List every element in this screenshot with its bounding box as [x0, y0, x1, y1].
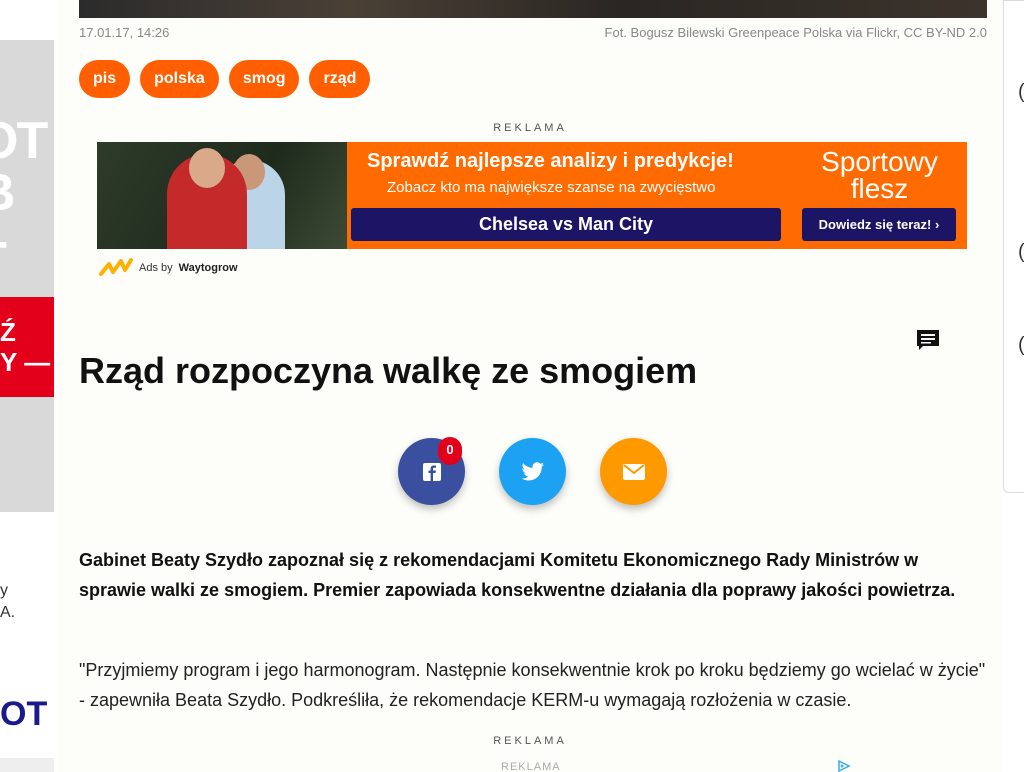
ads-by-name: Waytogrow — [178, 262, 238, 274]
left-promo-text: OT B + — [0, 112, 48, 271]
adchoices-icon[interactable] — [837, 760, 851, 772]
ad-brand-logo: Sportowy flesz — [802, 146, 957, 204]
ad-cta-button[interactable]: Dowiedz się teraz! › — [802, 208, 956, 241]
tag-list: pis polska smog rząd — [79, 60, 371, 98]
article-title: Rząd rozpoczyna walkę ze smogiem — [79, 350, 698, 391]
facebook-icon — [422, 462, 441, 481]
right-side-panel[interactable]: ( ( ( — [1003, 0, 1024, 493]
left-promo-panel[interactable]: OT B + Ź Y — — [0, 40, 54, 512]
article-lead: Gabinet Beaty Szydło zapoznał się z reko… — [79, 550, 956, 600]
tag-pis[interactable]: pis — [79, 60, 131, 98]
right-panel-glyph: ( — [1018, 81, 1024, 104]
hero-image — [79, 0, 987, 18]
right-panel-glyph: ( — [1018, 334, 1024, 357]
email-share-button[interactable] — [600, 438, 667, 505]
waytogrow-logo-icon — [99, 258, 133, 276]
left-side-text: y A. — [0, 582, 16, 621]
comment-icon[interactable] — [915, 328, 941, 352]
ad-brand-line: Sportowy — [821, 146, 938, 177]
share-count-badge: 0 — [438, 437, 462, 465]
ad-label-small: REKLAMA — [501, 761, 561, 772]
photo-caption: Fot. Bogusz Bilewski Greenpeace Polska v… — [604, 25, 987, 40]
ad-brand-line: flesz — [850, 173, 909, 204]
left-bottom-strip — [0, 758, 54, 772]
twitter-share-button[interactable] — [499, 438, 566, 505]
left-side-logo[interactable]: OT — [0, 695, 54, 734]
share-buttons: 0 — [398, 437, 667, 505]
article-column: 17.01.17, 14:26 Fot. Bogusz Bilewski Gre… — [57, 0, 1003, 772]
facebook-share-button[interactable]: 0 — [398, 437, 465, 505]
ad-player-image — [167, 148, 247, 249]
twitter-icon — [521, 461, 544, 480]
publish-date: 17.01.17, 14:26 — [79, 25, 170, 40]
ad-match-button[interactable]: Chelsea vs Man City — [351, 208, 781, 241]
mail-icon — [622, 463, 645, 480]
left-promo-red-text: Ź Y — — [0, 317, 51, 377]
ads-by-prefix: Ads by — [139, 262, 173, 274]
article-paragraph: "Przyjmiemy program i jego harmonogram. … — [79, 660, 986, 710]
ads-by-attribution[interactable]: Ads by Waytogrow — [99, 258, 238, 278]
ad-label: REKLAMA — [493, 122, 567, 134]
ad-label-bottom: REKLAMA — [493, 735, 567, 747]
ad-photo — [97, 142, 347, 249]
left-promo-red-block[interactable]: Ź Y — — [0, 297, 54, 397]
right-panel-glyph: ( — [1018, 241, 1024, 264]
sportowy-flesz-banner[interactable]: Sprawdź najlepsze analizy i predykcje! Z… — [97, 142, 967, 249]
article-meta: 17.01.17, 14:26 Fot. Bogusz Bilewski Gre… — [79, 25, 987, 40]
tag-smog[interactable]: smog — [228, 60, 300, 98]
ad-headline: Sprawdź najlepsze analizy i predykcje! — [367, 150, 734, 172]
tag-rzad[interactable]: rząd — [309, 60, 371, 98]
tag-polska[interactable]: polska — [140, 60, 219, 98]
ad-subline: Zobacz kto ma największe szanse na zwyci… — [387, 179, 716, 196]
